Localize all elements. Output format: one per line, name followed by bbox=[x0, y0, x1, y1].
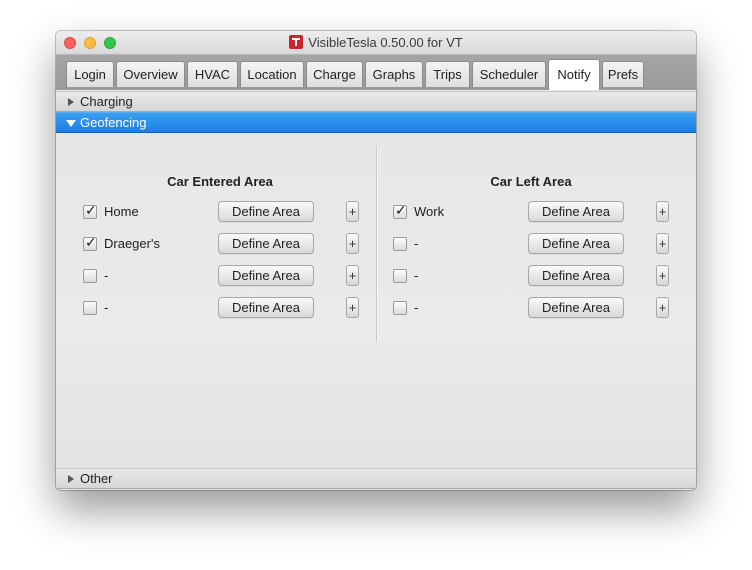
section-charging-header[interactable]: Charging bbox=[56, 91, 696, 112]
add-area-button[interactable]: + bbox=[346, 265, 359, 286]
left-area-label: - bbox=[414, 268, 419, 283]
define-area-button[interactable]: Define Area bbox=[528, 297, 624, 318]
entered-area-label: Draeger's bbox=[104, 236, 160, 251]
define-area-button[interactable]: Define Area bbox=[218, 233, 314, 254]
tab-graphs[interactable]: Graphs bbox=[365, 61, 423, 87]
define-area-button[interactable]: Define Area bbox=[528, 265, 624, 286]
left-area-label: Work bbox=[414, 204, 445, 219]
section-charging-label: Charging bbox=[80, 94, 133, 109]
add-area-button[interactable]: + bbox=[656, 265, 669, 286]
entered-area-checkbox[interactable] bbox=[83, 235, 97, 251]
add-area-button[interactable]: + bbox=[346, 233, 359, 254]
left-row: - Define Area + bbox=[393, 265, 693, 287]
left-area-checkbox[interactable] bbox=[393, 203, 407, 219]
entered-row: Draeger's Define Area + bbox=[83, 233, 383, 255]
add-area-button[interactable]: + bbox=[346, 297, 359, 318]
tab-charge[interactable]: Charge bbox=[306, 61, 363, 87]
left-area-label: - bbox=[414, 300, 419, 315]
car-entered-area-title: Car Entered Area bbox=[167, 174, 273, 189]
entered-area-checkbox[interactable] bbox=[83, 269, 97, 283]
define-area-button[interactable]: Define Area bbox=[528, 233, 624, 254]
collapse-arrow-icon bbox=[66, 120, 76, 127]
tesla-logo-icon bbox=[289, 35, 304, 49]
left-row: Work Define Area + bbox=[393, 201, 693, 223]
tab-trips[interactable]: Trips bbox=[425, 61, 470, 87]
tab-prefs[interactable]: Prefs bbox=[602, 61, 644, 87]
left-area-checkbox[interactable] bbox=[393, 269, 407, 283]
tab-location[interactable]: Location bbox=[240, 61, 304, 87]
tab-notify[interactable]: Notify bbox=[548, 59, 600, 90]
title-bar[interactable]: VisibleTesla 0.50.00 for VT bbox=[56, 31, 696, 55]
entered-row: Home Define Area + bbox=[83, 201, 383, 223]
define-area-button[interactable]: Define Area bbox=[528, 201, 624, 222]
define-area-button[interactable]: Define Area bbox=[218, 265, 314, 286]
tab-overview[interactable]: Overview bbox=[116, 61, 185, 87]
section-geofencing-header[interactable]: Geofencing bbox=[56, 112, 696, 133]
app-window: VisibleTesla 0.50.00 for VT Login Overvi… bbox=[56, 31, 696, 490]
window-title-group: VisibleTesla 0.50.00 for VT bbox=[56, 35, 696, 50]
left-area-checkbox[interactable] bbox=[393, 301, 407, 315]
add-area-button[interactable]: + bbox=[656, 233, 669, 254]
define-area-button[interactable]: Define Area bbox=[218, 201, 314, 222]
tab-login[interactable]: Login bbox=[66, 61, 114, 87]
expand-arrow-icon bbox=[68, 98, 74, 106]
left-area-label: - bbox=[414, 236, 419, 251]
add-area-button[interactable]: + bbox=[656, 297, 669, 318]
section-other-label: Other bbox=[80, 471, 113, 486]
notify-panel: Charging Geofencing Car Entered Area Car… bbox=[56, 90, 696, 490]
add-area-button[interactable]: + bbox=[656, 201, 669, 222]
left-area-checkbox[interactable] bbox=[393, 237, 407, 251]
entered-area-checkbox[interactable] bbox=[83, 203, 97, 219]
define-area-button[interactable]: Define Area bbox=[218, 297, 314, 318]
entered-area-label: - bbox=[104, 268, 109, 283]
left-row: - Define Area + bbox=[393, 297, 693, 319]
entered-row: - Define Area + bbox=[83, 297, 383, 319]
tab-hvac[interactable]: HVAC bbox=[187, 61, 238, 87]
entered-area-label: Home bbox=[104, 204, 139, 219]
section-other-header[interactable]: Other bbox=[56, 468, 696, 489]
car-left-area-title: Car Left Area bbox=[490, 174, 572, 189]
geofencing-content: Car Entered Area Car Left Area Home Defi… bbox=[56, 132, 696, 463]
tab-bar: Login Overview HVAC Location Charge Grap… bbox=[56, 55, 696, 90]
entered-area-label: - bbox=[104, 300, 109, 315]
entered-area-checkbox[interactable] bbox=[83, 301, 97, 315]
section-geofencing-label: Geofencing bbox=[80, 115, 147, 130]
entered-row: - Define Area + bbox=[83, 265, 383, 287]
left-row: - Define Area + bbox=[393, 233, 693, 255]
add-area-button[interactable]: + bbox=[346, 201, 359, 222]
expand-arrow-icon bbox=[68, 475, 74, 483]
window-title: VisibleTesla 0.50.00 for VT bbox=[308, 35, 463, 50]
tab-scheduler[interactable]: Scheduler bbox=[472, 61, 546, 87]
